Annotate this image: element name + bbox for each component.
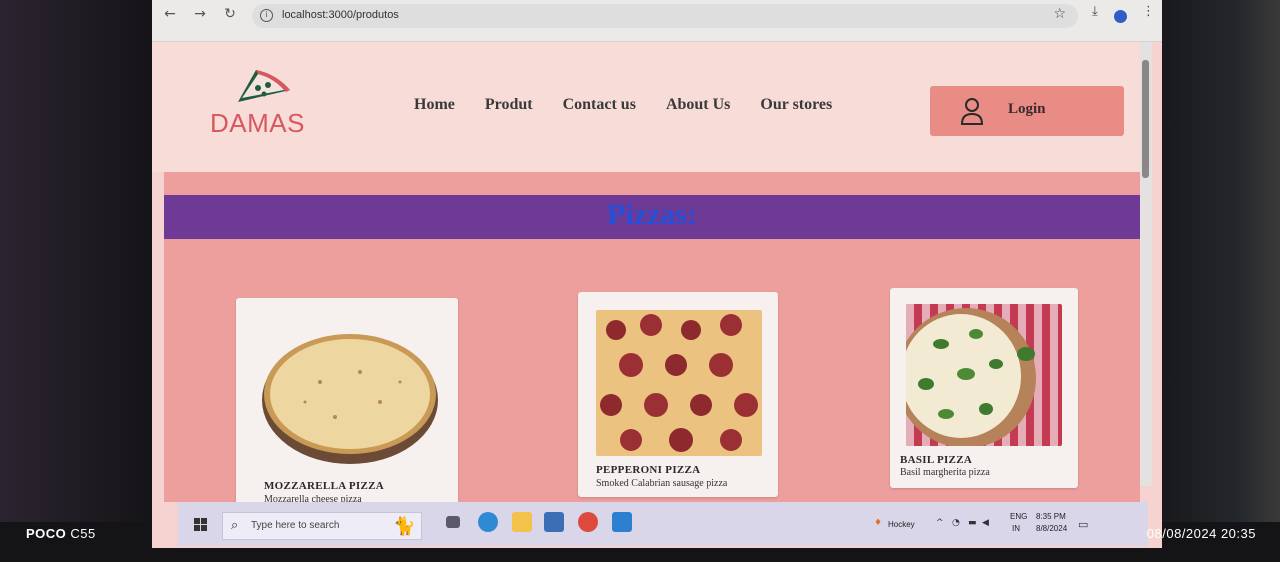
product-title: MOZZARELLA PIZZA (264, 480, 385, 492)
windows-start-icon[interactable] (194, 518, 207, 531)
pizza-slice-logo-icon (238, 70, 290, 102)
camera-model: C55 (70, 526, 96, 541)
products-section: Pizzas: MOZZARELLA PIZZA Mozzarella chee… (164, 172, 1140, 508)
task-view-icon[interactable] (446, 516, 460, 528)
forward-arrow-icon[interactable]: → (190, 4, 210, 24)
clock-date: 8/8/2024 (1036, 524, 1068, 533)
menu-dots-icon[interactable]: ⋮ (1142, 4, 1155, 19)
product-card-mozzarella[interactable]: MOZZARELLA PIZZA Mozzarella cheese pizza (236, 298, 458, 508)
page-scrollbar[interactable] (1140, 42, 1152, 486)
tray-chevron-icon[interactable]: ^ (936, 518, 944, 528)
nav-our-stores[interactable]: Our stores (760, 96, 832, 114)
section-title: Pizzas: (607, 198, 697, 231)
camera-watermark: POCO C55 (26, 526, 96, 541)
logo-text[interactable]: DAMAS (210, 108, 305, 139)
notification-icon[interactable]: ▭ (1078, 518, 1088, 531)
mozzarella-pizza-image (260, 322, 440, 467)
search-icon: ⌕ (231, 518, 239, 533)
download-icon[interactable]: ⤓ (1092, 4, 1098, 19)
profile-avatar-icon[interactable] (1114, 10, 1127, 23)
weather-label[interactable]: Hockey (888, 520, 915, 529)
chrome-browser-icon[interactable] (578, 512, 598, 532)
scrollbar-thumb[interactable] (1142, 60, 1149, 178)
product-title: PEPPERONI PIZZA (596, 464, 701, 476)
url-text: localhost:3000/produtos (282, 9, 399, 21)
taskbar-search-box[interactable]: ⌕ Type here to search 🐈 (222, 512, 422, 540)
reload-icon[interactable]: ↻ (220, 4, 240, 24)
login-button[interactable]: Login (930, 86, 1124, 136)
nav-about-us[interactable]: About Us (666, 96, 730, 114)
battery-icon[interactable]: ▬ (968, 518, 977, 528)
user-icon (960, 98, 984, 125)
address-bar[interactable]: i localhost:3000/produtos ☆ (252, 4, 1078, 28)
product-card-pepperoni[interactable]: PEPPERONI PIZZA Smoked Calabrian sausage… (578, 292, 778, 497)
section-title-band: Pizzas: (164, 195, 1140, 239)
photo-background-left (0, 0, 160, 562)
nav-products[interactable]: Produt (485, 96, 533, 114)
weather-icon[interactable]: ♦ (874, 518, 882, 528)
language-region: IN (1012, 524, 1020, 533)
bookmark-star-icon[interactable]: ☆ (1053, 6, 1066, 22)
vscode-icon[interactable] (612, 512, 632, 532)
search-placeholder: Type here to search (251, 520, 340, 531)
language-indicator[interactable]: ENG (1010, 512, 1027, 521)
pepperoni-pizza-image (596, 310, 762, 456)
mail-icon[interactable] (544, 512, 564, 532)
clock-time[interactable]: 8:35 PM (1036, 512, 1066, 521)
nav-home[interactable]: Home (414, 96, 455, 114)
product-card-basil[interactable]: BASIL PIZZA Basil margherita pizza (890, 288, 1078, 488)
file-explorer-icon[interactable] (512, 512, 532, 532)
back-arrow-icon[interactable]: ← (160, 4, 180, 24)
network-icon[interactable]: ◔ (952, 518, 960, 528)
nav-contact-us[interactable]: Contact us (563, 96, 636, 114)
basil-pizza-image (906, 304, 1062, 446)
edge-browser-icon[interactable] (478, 512, 498, 532)
windows-taskbar: ⌕ Type here to search 🐈 ♦ Hockey ^ ◔ ▬ ◀… (178, 502, 1148, 546)
product-title: BASIL PIZZA (900, 454, 973, 466)
login-label: Login (1008, 101, 1046, 117)
site-header: DAMAS Home Produt Contact us About Us Ou… (152, 42, 1142, 172)
product-description: Basil margherita pizza (900, 467, 990, 478)
main-nav: Home Produt Contact us About Us Our stor… (414, 96, 832, 114)
cat-icon: 🐈 (393, 516, 416, 537)
photo-timestamp: 08/08/2024 20:35 (1146, 526, 1256, 541)
browser-toolbar: ← → ↻ i localhost:3000/produtos ☆ ⤓ ⋮ (152, 0, 1162, 42)
laptop-screen: ← → ↻ i localhost:3000/produtos ☆ ⤓ ⋮ DA… (152, 0, 1162, 548)
camera-brand: POCO (26, 526, 67, 541)
product-description: Smoked Calabrian sausage pizza (596, 478, 728, 489)
volume-icon[interactable]: ◀ (982, 518, 989, 528)
site-info-icon[interactable]: i (260, 9, 273, 22)
